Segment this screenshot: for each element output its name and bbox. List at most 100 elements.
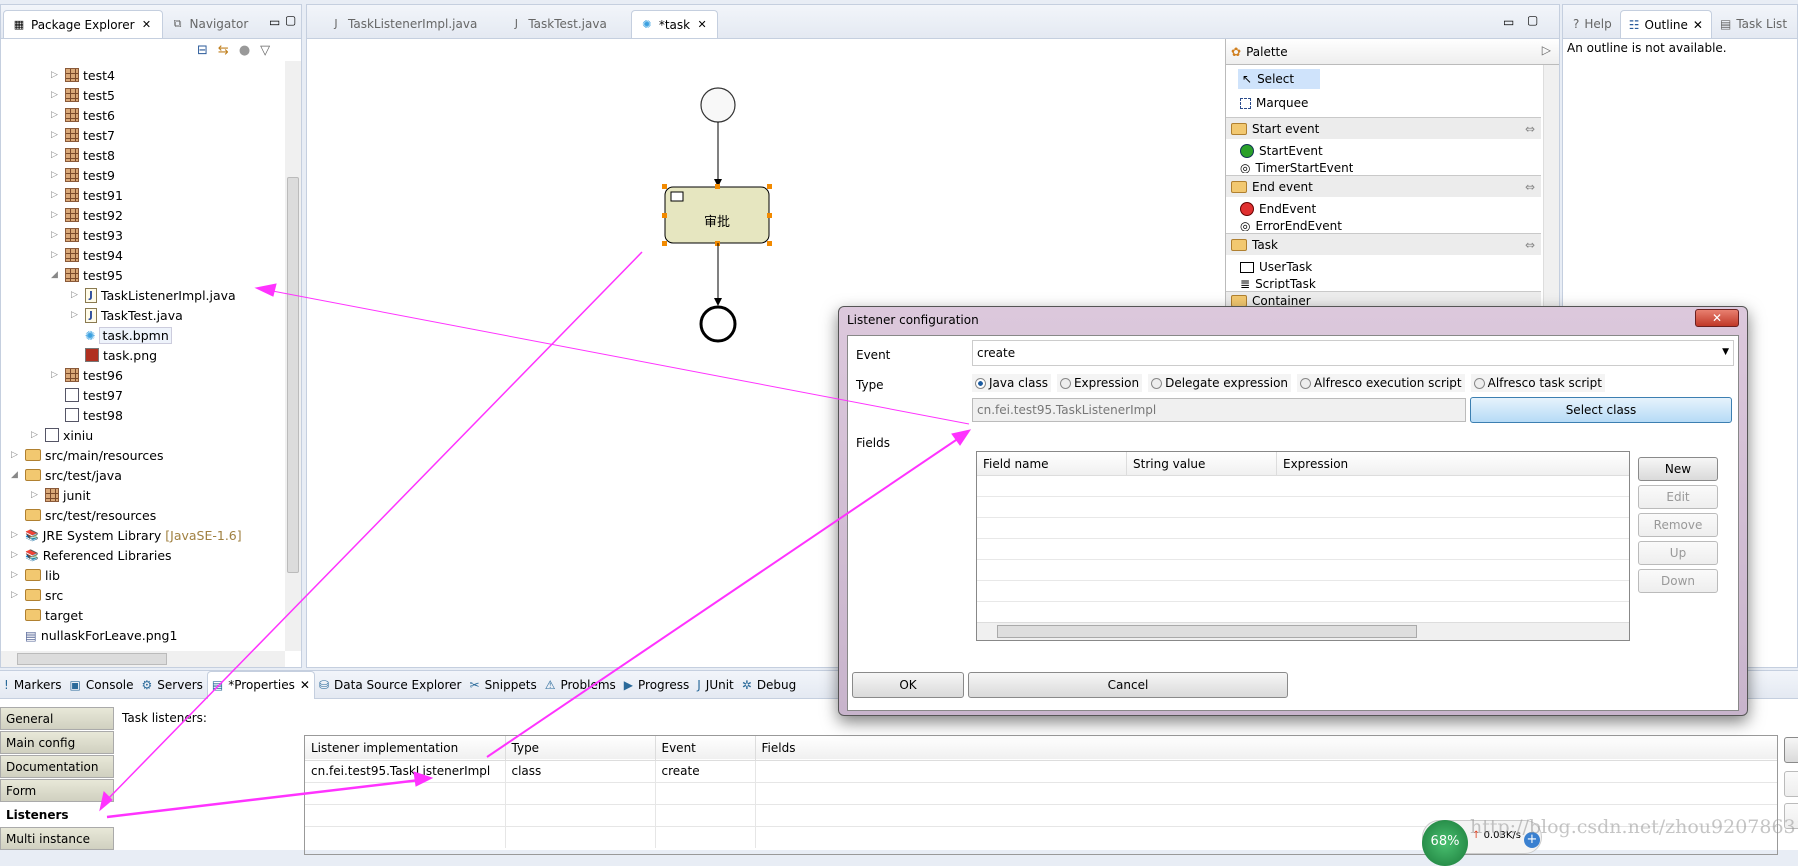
tree-item[interactable]: ▷ test94 xyxy=(51,245,123,265)
table-row[interactable] xyxy=(305,782,1777,804)
radio-icon[interactable] xyxy=(1300,377,1312,389)
tab-package-explorer[interactable]: ▦ Package Explorer ✕ xyxy=(3,10,163,38)
class-input[interactable]: cn.fei.test95.TaskListenerImpl xyxy=(972,398,1466,422)
collapsed-icon[interactable]: ▷ xyxy=(51,170,61,180)
column-header[interactable]: String value xyxy=(1127,452,1277,475)
collapsed-icon[interactable]: ▷ xyxy=(51,70,61,80)
remove-button[interactable]: Remove xyxy=(1638,513,1718,537)
collapsed-icon[interactable]: ▷ xyxy=(51,230,61,240)
cancel-button[interactable]: Cancel xyxy=(968,672,1288,698)
type-radio-expression[interactable]: Expression xyxy=(1056,374,1143,392)
tree-item[interactable]: ▷ test4 xyxy=(51,65,115,85)
memory-gauge[interactable]: 68% xyxy=(1422,820,1468,866)
collapsed-icon[interactable]: ▷ xyxy=(11,550,21,560)
maximize-icon[interactable]: ▢ xyxy=(285,13,296,27)
collapsed-icon[interactable]: ▷ xyxy=(71,310,81,320)
up-button[interactable]: Up xyxy=(1638,541,1718,565)
palette-item-scripttask[interactable]: ≣ ScriptTask xyxy=(1240,277,1316,289)
radio-icon[interactable] xyxy=(975,377,986,389)
table-row[interactable]: cn.fei.test95.TaskListenerImpl class cre… xyxy=(305,760,1777,782)
tab-debug[interactable]: ✲ Debug xyxy=(738,671,801,699)
vertical-scrollbar[interactable] xyxy=(285,61,301,651)
palette-item-endevent[interactable]: EndEvent xyxy=(1240,199,1316,219)
collapsed-icon[interactable]: ▷ xyxy=(51,90,61,100)
tree-item[interactable]: ▤ nullaskForLeave.png1 xyxy=(11,625,177,645)
pin-icon[interactable]: ⇔ xyxy=(1525,238,1535,252)
tree-item[interactable]: ◢ test95 xyxy=(51,265,123,285)
palette-item-errorendevent[interactable]: ◎ ErrorEndEvent xyxy=(1240,219,1342,231)
tab-console[interactable]: ▣ Console xyxy=(66,671,138,699)
collapsed-icon[interactable]: ▷ xyxy=(11,530,21,540)
property-tab-general[interactable]: General xyxy=(0,707,114,730)
column-header[interactable]: Fields xyxy=(755,736,1777,760)
down-button[interactable]: Down xyxy=(1638,569,1718,593)
palette-tool-marquee[interactable]: Marquee xyxy=(1240,93,1308,113)
tree-item[interactable]: task.png xyxy=(71,345,157,365)
ok-button[interactable]: OK xyxy=(852,672,964,698)
link-editor-icon[interactable]: ⇆ xyxy=(218,43,229,58)
close-icon[interactable]: ✕ xyxy=(140,18,154,32)
tree-item[interactable]: test97 xyxy=(51,385,123,405)
horizontal-scrollbar[interactable] xyxy=(1,651,285,667)
event-select[interactable]: create ▼ xyxy=(972,340,1734,366)
fields-horizontal-scrollbar[interactable] xyxy=(977,622,1629,640)
tree-item[interactable]: ▷ test92 xyxy=(51,205,123,225)
collapsed-icon[interactable]: ▷ xyxy=(51,210,61,220)
column-header[interactable]: Field name xyxy=(977,452,1127,475)
radio-icon[interactable] xyxy=(1059,377,1071,389)
tree-item[interactable]: ▷ J TaskListenerImpl.java xyxy=(71,285,236,305)
tree-item[interactable]: ▷ test96 xyxy=(51,365,123,385)
minimize-icon[interactable]: ▭ xyxy=(269,15,280,29)
collapsed-icon[interactable]: ▷ xyxy=(11,590,21,600)
listener-edit-button[interactable] xyxy=(1784,771,1798,797)
collapsed-icon[interactable]: ▷ xyxy=(51,190,61,200)
tab-tasktest[interactable]: J TaskTest.java xyxy=(501,10,615,38)
tree-item[interactable]: src/test/resources xyxy=(11,505,156,525)
pin-icon[interactable]: ⇔ xyxy=(1525,180,1535,194)
tree-item[interactable]: ▷ test6 xyxy=(51,105,115,125)
tree-item[interactable]: test98 xyxy=(51,405,123,425)
radio-icon[interactable] xyxy=(1151,377,1163,389)
radio-icon[interactable] xyxy=(1473,377,1485,389)
tree-item[interactable]: ▷ src xyxy=(11,585,63,605)
new-button[interactable]: New xyxy=(1638,457,1718,481)
palette-collapse-icon[interactable]: ▷ xyxy=(1542,43,1551,57)
tree-item[interactable]: ▷ junit xyxy=(31,485,91,505)
type-radio-alfresco-task-script[interactable]: Alfresco task script xyxy=(1470,374,1605,392)
property-tab-multi-instance[interactable]: Multi instance xyxy=(0,827,114,850)
tab-properties[interactable]: ▤ *Properties ✕ xyxy=(206,670,315,699)
type-radio-java-class[interactable]: Java class xyxy=(972,374,1051,392)
tree-item[interactable]: ▷ J TaskTest.java xyxy=(71,305,183,325)
tab-servers[interactable]: ⚙ Servers xyxy=(138,671,207,699)
column-header[interactable]: Expression xyxy=(1277,452,1354,475)
tree-item[interactable]: ▷ 📚 Referenced Libraries xyxy=(11,545,172,565)
property-tab-main-config[interactable]: Main config xyxy=(0,731,114,754)
tab-navigator[interactable]: ⧉ Navigator xyxy=(163,10,257,38)
palette-group-start-event[interactable]: Start event ⇔ xyxy=(1226,117,1541,139)
tab-help[interactable]: ? Help xyxy=(1565,10,1620,38)
tab-outline[interactable]: ☷ Outline ✕ xyxy=(1619,10,1712,38)
property-tab-documentation[interactable]: Documentation xyxy=(0,755,114,778)
type-radio-delegate-expression[interactable]: Delegate expression xyxy=(1148,374,1292,392)
type-radio-alfresco-execution-script[interactable]: Alfresco execution script xyxy=(1297,374,1465,392)
close-icon[interactable]: ✕ xyxy=(695,18,709,32)
column-header[interactable]: Event xyxy=(655,736,756,760)
tree-item[interactable]: ◢ src/test/java xyxy=(11,465,122,485)
collapsed-icon[interactable]: ▷ xyxy=(51,250,61,260)
tab-tasklistenerimpl[interactable]: J TaskListenerImpl.java xyxy=(321,10,485,38)
property-tab-form[interactable]: Form xyxy=(0,779,114,802)
palette-scrollbar[interactable] xyxy=(1543,65,1559,309)
start-event[interactable] xyxy=(700,87,736,123)
tab-data-source-explorer[interactable]: ⛁ Data Source Explorer xyxy=(315,671,466,699)
dialog-close-button[interactable]: ✕ xyxy=(1695,309,1739,327)
tree-item[interactable]: ▷ xiniu xyxy=(31,425,93,445)
tree-item[interactable]: ▷ test7 xyxy=(51,125,115,145)
pin-icon[interactable]: ⇔ xyxy=(1525,122,1535,136)
collapsed-icon[interactable]: ▷ xyxy=(31,490,41,500)
tree-item[interactable]: ▷ 📚 JRE System Library [JavaSE-1.6] xyxy=(11,525,242,545)
maximize-icon[interactable]: ▢ xyxy=(1527,13,1538,27)
minimize-icon[interactable]: ▭ xyxy=(1503,15,1514,29)
end-event[interactable] xyxy=(699,305,737,343)
tree-item[interactable]: ▷ test8 xyxy=(51,145,115,165)
edit-button[interactable]: Edit xyxy=(1638,485,1718,509)
